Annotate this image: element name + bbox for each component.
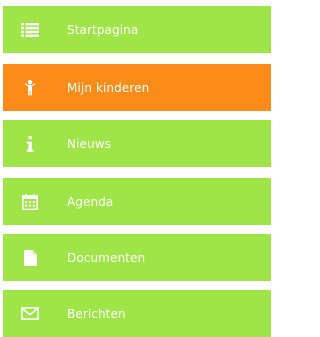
menu-item-mijn-kinderen[interactable]: Mijn kinderen [3, 64, 271, 111]
menu-item-nieuws[interactable]: Nieuws [3, 120, 271, 167]
menu-item-label: Startpagina [67, 22, 139, 37]
menu-item-startpagina[interactable]: Startpagina [3, 6, 271, 53]
menu-item-agenda[interactable]: Agenda [3, 178, 271, 225]
document-icon [19, 247, 41, 269]
menu-item-label: Agenda [67, 194, 114, 209]
calendar-icon [19, 191, 41, 213]
child-icon [19, 77, 41, 99]
envelope-icon [19, 303, 41, 325]
list-icon [19, 19, 41, 41]
menu-item-label: Mijn kinderen [67, 80, 150, 95]
menu-item-label: Nieuws [67, 136, 111, 151]
menu-item-label: Berichten [67, 306, 126, 321]
menu-item-label: Documenten [67, 250, 146, 265]
info-icon [19, 133, 41, 155]
menu-item-berichten[interactable]: Berichten [3, 290, 271, 337]
menu-item-documenten[interactable]: Documenten [3, 234, 271, 281]
